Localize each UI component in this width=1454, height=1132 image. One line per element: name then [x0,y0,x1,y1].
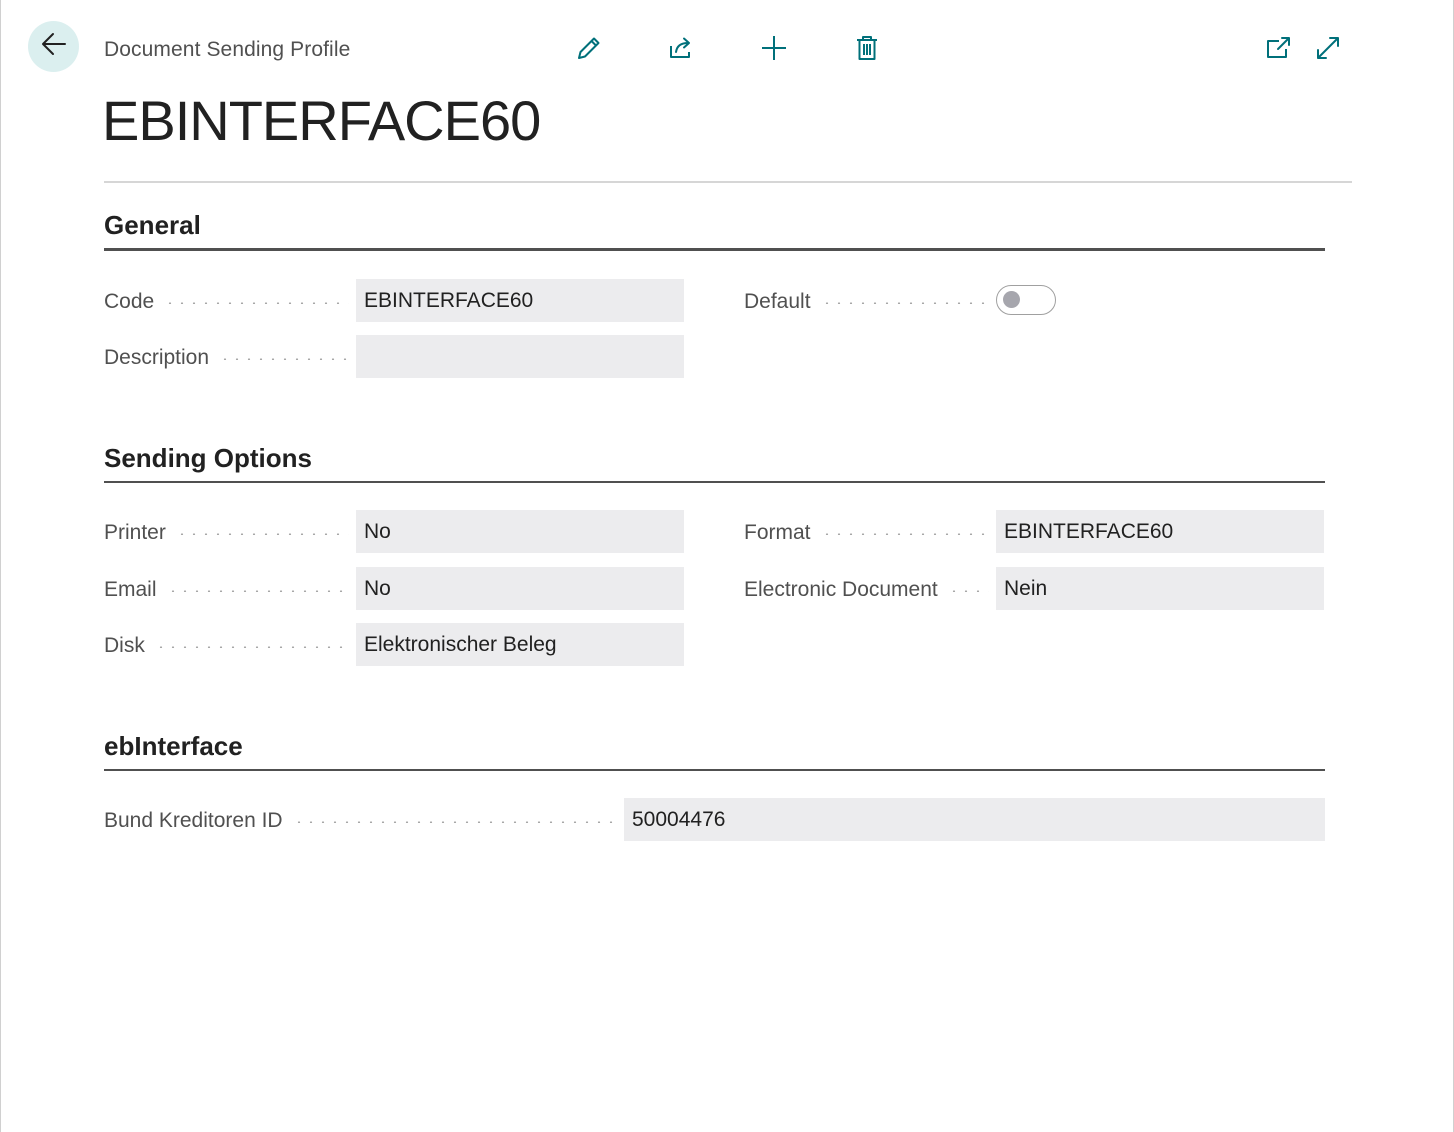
format-field[interactable]: EBINTERFACE60 [996,510,1324,553]
title-divider [104,181,1352,183]
open-in-new-window-button[interactable] [1261,32,1297,68]
page-title: EBINTERFACE60 [102,89,541,152]
section-general-header[interactable]: General [104,210,201,241]
plus-icon [760,34,788,67]
code-field[interactable]: EBINTERFACE60 [356,279,684,322]
toggle-knob [1003,291,1020,308]
printer-field[interactable]: No [356,510,684,553]
disk-field[interactable]: Elektronischer Beleg [356,623,684,666]
document-sending-profile-card: Document Sending Profile EBINTERFACE60 G… [0,0,1454,1132]
description-label: Description [104,336,349,379]
pencil-icon [575,34,603,67]
electronic-document-field[interactable]: Nein [996,567,1324,610]
section-ebinterface-divider [104,769,1325,771]
printer-label: Printer [104,511,349,554]
share-button[interactable] [663,32,699,68]
section-ebinterface-header[interactable]: ebInterface [104,731,243,762]
edit-button[interactable] [571,32,607,68]
bund-kreditoren-id-field[interactable]: 50004476 [624,798,1325,841]
share-icon [667,34,695,67]
section-sending-options-divider [104,481,1325,483]
expand-icon [1314,34,1342,67]
electronic-document-label: Electronic Document [744,568,989,611]
format-label: Format [744,511,989,554]
trash-icon [853,34,881,67]
section-sending-options-header[interactable]: Sending Options [104,443,312,474]
default-toggle[interactable] [996,285,1056,315]
expand-button[interactable] [1310,32,1346,68]
back-button[interactable] [28,21,79,72]
default-label: Default [744,280,989,323]
new-button[interactable] [756,32,792,68]
breadcrumb: Document Sending Profile [104,38,351,61]
code-label: Code [104,280,349,323]
bund-kreditoren-id-label: Bund Kreditoren ID [104,799,616,842]
section-general-divider [104,248,1325,251]
email-field[interactable]: No [356,567,684,610]
open-in-new-window-icon [1265,34,1293,67]
description-field[interactable] [356,335,684,378]
arrow-left-icon [40,30,68,63]
disk-label: Disk [104,624,349,667]
email-label: Email [104,568,349,611]
delete-button[interactable] [849,32,885,68]
